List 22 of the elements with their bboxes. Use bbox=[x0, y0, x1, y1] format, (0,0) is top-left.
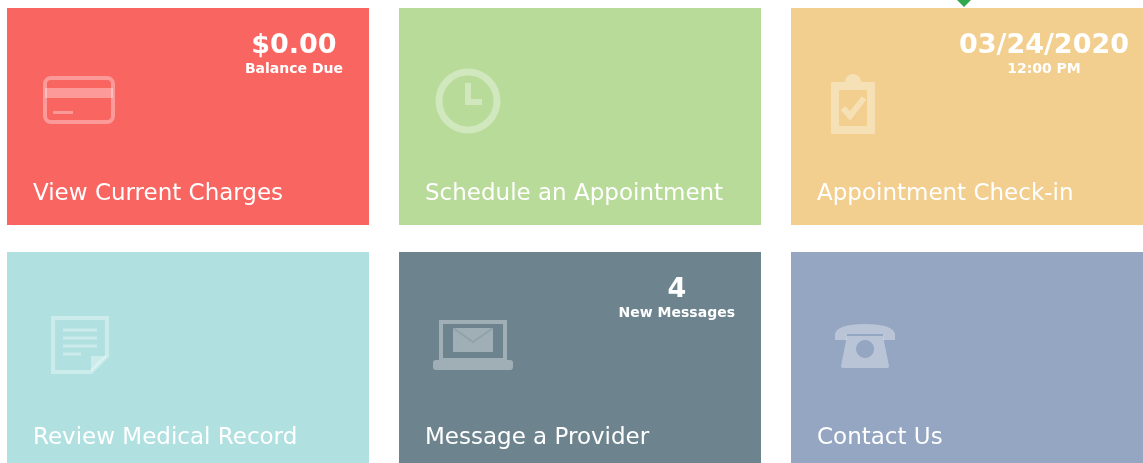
tile-title: Schedule an Appointment bbox=[425, 179, 725, 205]
dashboard-tile[interactable]: 4 New Messages Message a Provider bbox=[399, 252, 761, 463]
tile-title: Review Medical Record bbox=[33, 423, 299, 449]
dashboard-tile[interactable]: $0.00 Balance Due View Current Charges bbox=[7, 8, 369, 225]
dashboard-tile[interactable]: Review Medical Record bbox=[7, 252, 369, 463]
laptop-icon bbox=[433, 318, 513, 370]
tile-title: Message a Provider bbox=[425, 423, 651, 449]
tile-title: View Current Charges bbox=[33, 179, 285, 205]
tile-title: Contact Us bbox=[817, 423, 944, 449]
dashboard-tile[interactable]: Schedule an Appointment bbox=[399, 8, 761, 225]
stat-value: 4 bbox=[666, 272, 688, 305]
tile-title: Appointment Check-in bbox=[817, 179, 1075, 205]
stat-value: 03/24/2020 bbox=[959, 28, 1129, 61]
stat-value: $0.00 bbox=[250, 28, 338, 61]
card-icon bbox=[43, 76, 115, 124]
document-icon bbox=[51, 316, 109, 374]
dashboard-tile[interactable]: Contact Us bbox=[791, 252, 1143, 463]
stat-caption: 12:00 PM bbox=[1006, 60, 1082, 77]
stat-caption: Balance Due bbox=[244, 60, 343, 77]
stat-caption: New Messages bbox=[618, 304, 735, 321]
clock-icon bbox=[435, 68, 501, 134]
phone-icon bbox=[833, 322, 897, 370]
